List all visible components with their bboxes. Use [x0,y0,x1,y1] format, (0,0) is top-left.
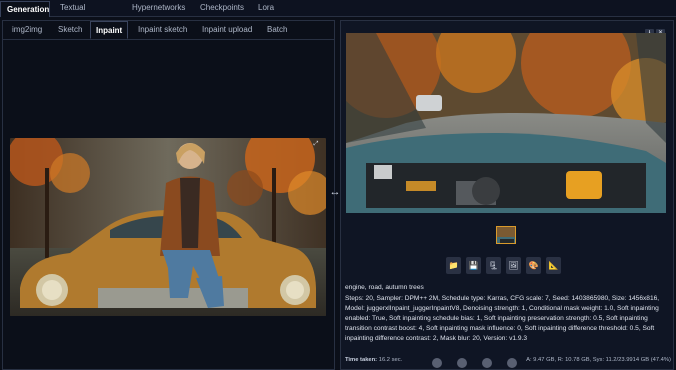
folder-icon[interactable]: 📁 [446,257,461,274]
time-taken-label: Time taken: [345,357,378,363]
expand-icon[interactable]: ⤢ [310,140,322,148]
tab-lora[interactable]: Lora [252,0,280,16]
generation-info: engine, road, autumn trees Steps: 20, Sa… [345,283,671,345]
status-icon [482,358,492,368]
subtab-batch[interactable]: Batch [262,21,292,39]
woman-on-car-photo [10,138,326,316]
time-taken-value: 16.2 sec. [378,357,403,363]
palette-icon[interactable]: 🎨 [526,257,541,274]
thumbnail-image [497,227,515,243]
inpaint-canvas-image[interactable]: ⤢ [10,138,326,316]
output-image[interactable] [346,33,666,235]
bottom-icon-row [432,358,532,368]
top-nav: Generation Textual Inversion Hypernetwor… [0,0,676,28]
img2img-subtabs: img2img Sketch Inpaint Inpaint sketch In… [3,21,334,40]
save-icon[interactable]: 💾 [466,257,481,274]
tab-hypernetworks[interactable]: Hypernetworks [126,0,190,16]
output-panel: ⭳ ✕ [340,20,674,370]
status-icon [432,358,442,368]
status-icon [457,358,467,368]
image-icon[interactable]: 🖼 [506,257,521,274]
subtab-inpaint-upload[interactable]: Inpaint upload [197,21,257,39]
tab-generation[interactable]: Generation [0,1,50,17]
tab-checkpoints[interactable]: Checkpoints [194,0,249,16]
subtab-sketch[interactable]: Sketch [53,21,87,39]
car-engine-photo [346,33,666,213]
output-parameters: Steps: 20, Sampler: DPM++ 2M, Schedule t… [345,295,660,343]
vram-usage: A: 9.47 GB, R: 10.78 GB, Sys: 11.2/23.99… [526,357,671,363]
status-icon [507,358,517,368]
output-prompt: engine, road, autumn trees [345,284,424,291]
zip-icon[interactable]: 🗜 [486,257,501,274]
gallery-thumbnail[interactable] [496,226,516,244]
tab-textual-inversion[interactable]: Textual Inversion [54,0,122,28]
ruler-icon[interactable]: 📐 [546,257,561,274]
subtab-inpaint[interactable]: Inpaint [90,21,129,39]
subtab-img2img[interactable]: img2img [7,21,47,39]
subtab-inpaint-sketch[interactable]: Inpaint sketch [133,21,192,39]
